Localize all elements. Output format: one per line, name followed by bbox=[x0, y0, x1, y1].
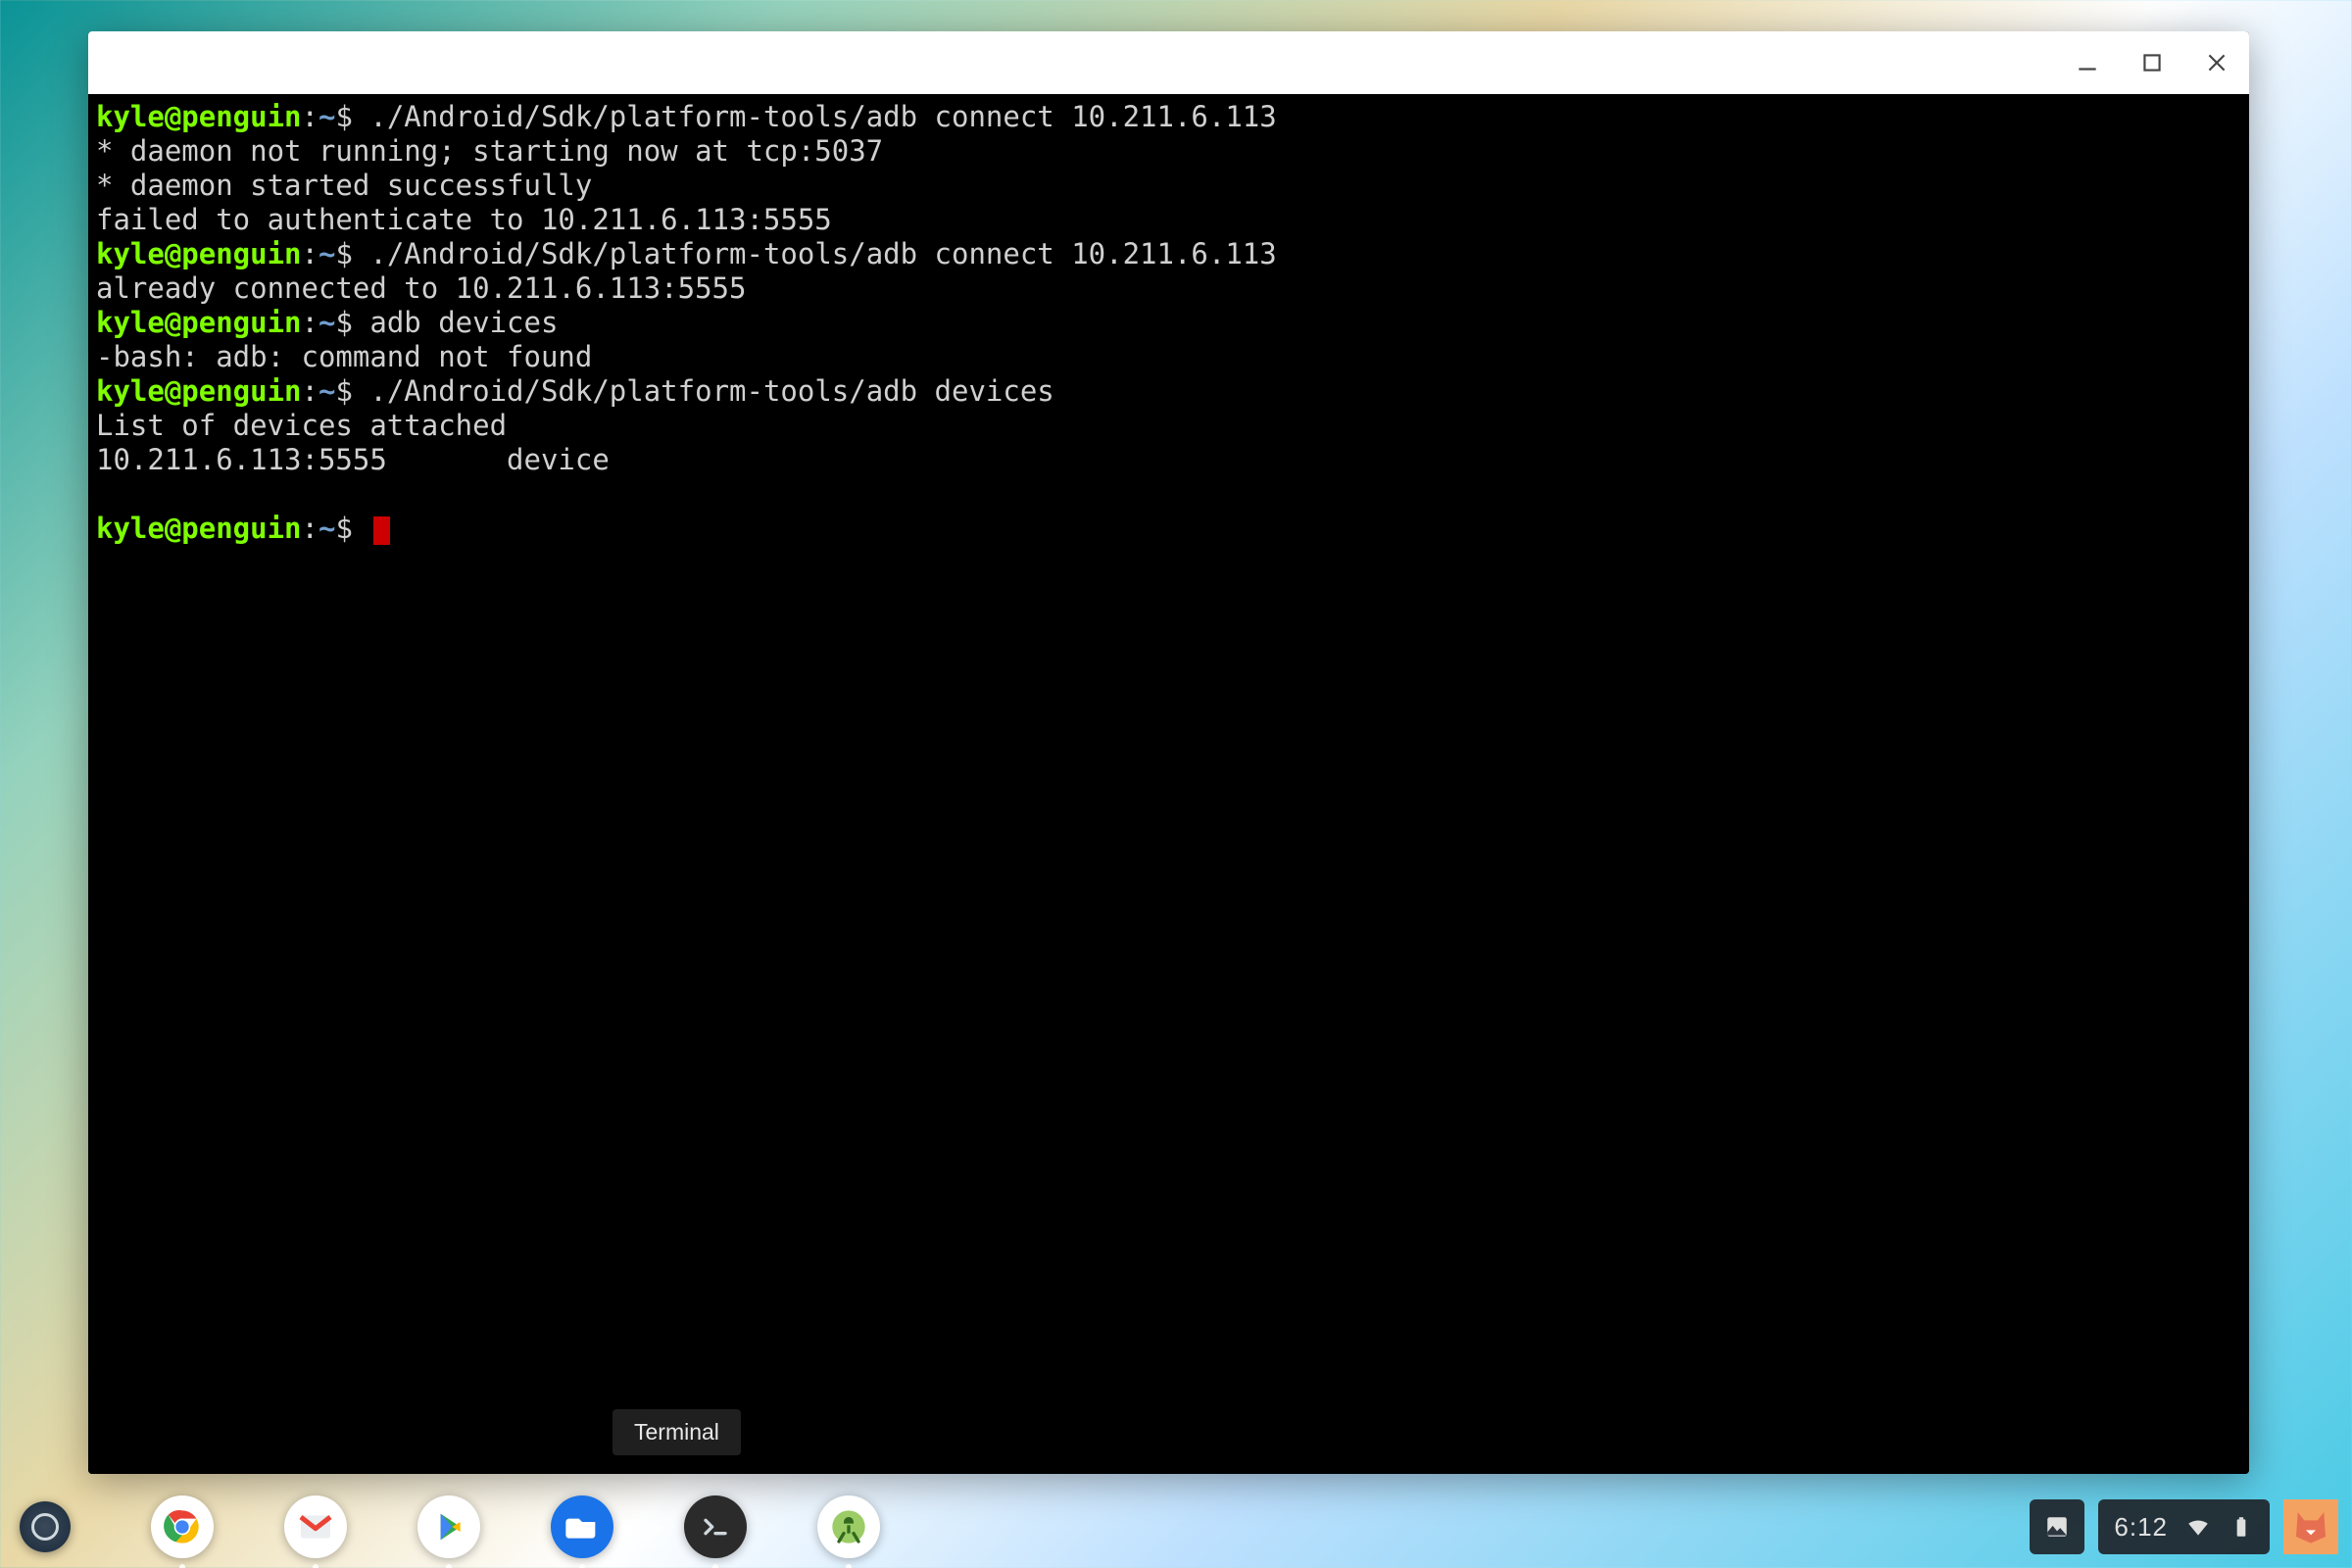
shelf-app-android-studio[interactable] bbox=[817, 1495, 880, 1558]
wifi-icon bbox=[2185, 1514, 2211, 1540]
shelf-apps bbox=[151, 1495, 880, 1558]
account-avatar[interactable] bbox=[2283, 1499, 2338, 1554]
launcher-button[interactable] bbox=[20, 1501, 71, 1552]
notification-button[interactable] bbox=[2030, 1499, 2084, 1554]
battery-icon bbox=[2229, 1514, 2254, 1540]
shelf-app-files[interactable] bbox=[551, 1495, 613, 1558]
window-titlebar bbox=[88, 31, 2249, 94]
shelf-app-gmail[interactable] bbox=[284, 1495, 347, 1558]
minimize-icon bbox=[2075, 50, 2100, 75]
image-icon bbox=[2044, 1514, 2070, 1540]
shelf-tooltip: Terminal bbox=[612, 1409, 741, 1455]
terminal-cursor bbox=[373, 516, 390, 545]
fox-avatar-icon bbox=[2291, 1507, 2330, 1546]
status-area[interactable]: 6:12 bbox=[2098, 1499, 2270, 1554]
close-icon bbox=[2204, 50, 2230, 75]
shelf-app-play-store[interactable] bbox=[417, 1495, 480, 1558]
window-maximize-button[interactable] bbox=[2137, 48, 2167, 77]
shelf: 6:12 bbox=[0, 1486, 2352, 1568]
android-studio-icon bbox=[829, 1507, 868, 1546]
terminal-window: kyle@penguin:~$ ./Android/Sdk/platform-t… bbox=[88, 31, 2249, 1474]
shelf-app-chrome[interactable] bbox=[151, 1495, 214, 1558]
clock: 6:12 bbox=[2114, 1512, 2168, 1543]
chrome-icon bbox=[163, 1507, 202, 1546]
play-store-icon bbox=[429, 1507, 468, 1546]
window-close-button[interactable] bbox=[2202, 48, 2231, 77]
system-tray: 6:12 bbox=[2030, 1499, 2352, 1554]
maximize-icon bbox=[2139, 50, 2165, 75]
terminal-output[interactable]: kyle@penguin:~$ ./Android/Sdk/platform-t… bbox=[88, 94, 2249, 1474]
window-minimize-button[interactable] bbox=[2073, 48, 2102, 77]
terminal-icon bbox=[696, 1507, 735, 1546]
shelf-app-terminal[interactable] bbox=[684, 1495, 747, 1558]
gmail-icon bbox=[296, 1507, 335, 1546]
files-icon bbox=[563, 1507, 602, 1546]
